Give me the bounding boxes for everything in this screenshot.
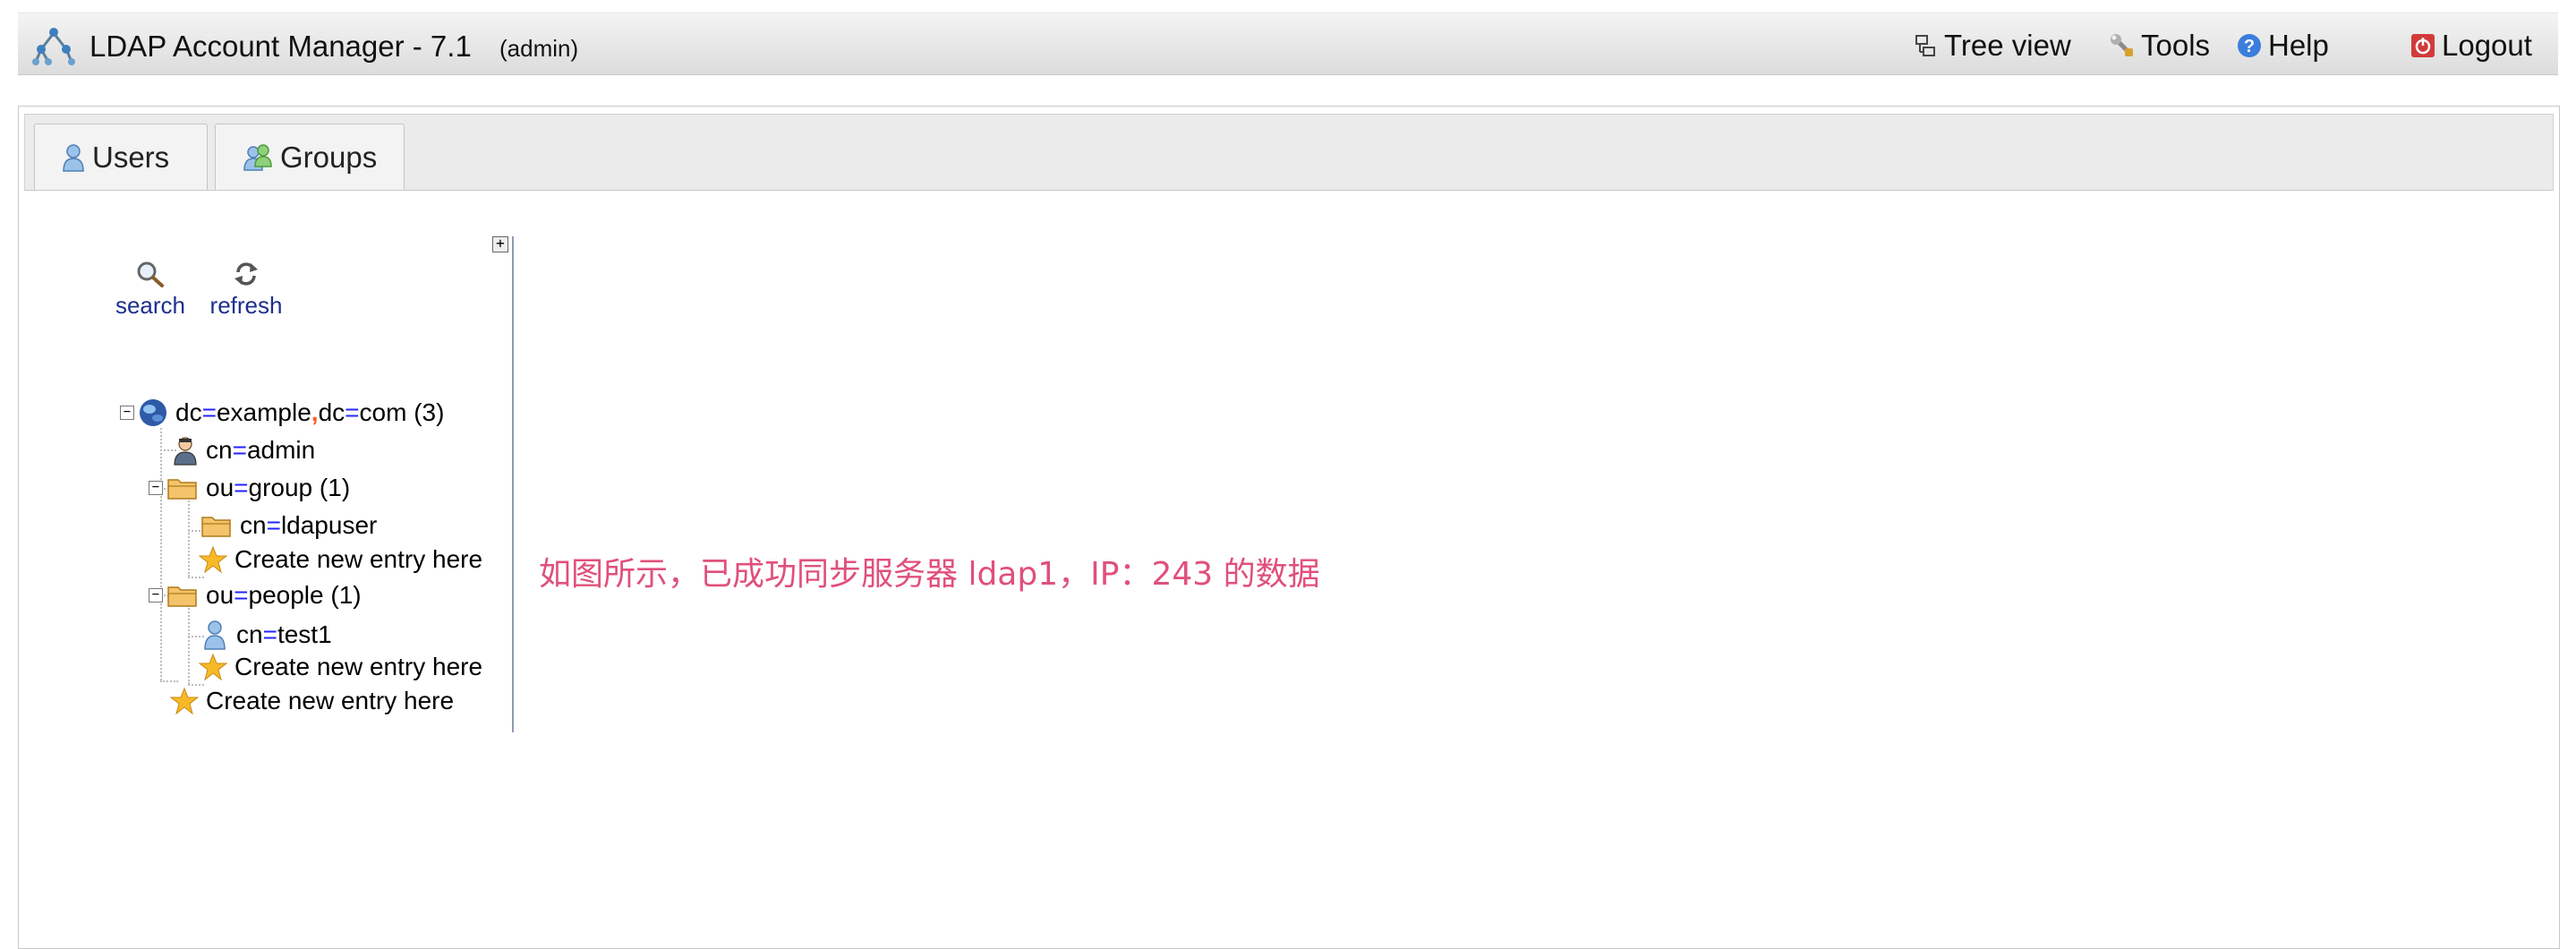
- star-icon: [170, 687, 199, 715]
- rdn-value: admin: [246, 436, 316, 464]
- sync-annotation: 如图所示，已成功同步服务器 ldap1，IP：243 的数据: [539, 556, 1320, 593]
- folder-icon: [167, 586, 197, 607]
- rdn-value: people: [248, 581, 324, 609]
- user-icon: [204, 620, 226, 650]
- svg-text:?: ?: [2244, 37, 2255, 56]
- rdn-attr: dc: [318, 398, 345, 426]
- rdn-attr: cn: [236, 620, 263, 648]
- logged-in-user: (admin): [499, 35, 579, 62]
- rdn-attr: ou: [206, 474, 235, 501]
- collapse-toggle[interactable]: −: [149, 481, 163, 495]
- tab-groups-label: Groups: [280, 140, 378, 174]
- globe-icon: [140, 399, 166, 426]
- rdn-value: example: [216, 398, 311, 426]
- logout-label: Logout: [2442, 29, 2532, 62]
- tree-view-label: Tree view: [1944, 29, 2071, 62]
- magnifier-icon: [137, 261, 164, 287]
- tree-connector: [188, 605, 190, 684]
- create-entry-people[interactable]: Create new entry here: [199, 650, 482, 684]
- star-icon: [199, 545, 227, 574]
- admin-user-icon: [174, 437, 197, 466]
- refresh-label: refresh: [209, 292, 283, 319]
- child-count: (1): [330, 581, 362, 609]
- tab-strip: Users Groups: [24, 114, 2554, 191]
- collapse-toggle[interactable]: −: [120, 406, 134, 420]
- refresh-icon: [235, 262, 258, 286]
- header-bar: LDAP Account Manager - 7.1 (admin) Tree …: [18, 13, 2558, 75]
- app-title: LDAP Account Manager - 7.1: [90, 30, 472, 63]
- tree-view-link[interactable]: Tree view: [1912, 29, 2071, 62]
- tree-view-icon: [1915, 35, 1935, 56]
- create-entry-group[interactable]: Create new entry here: [199, 543, 482, 577]
- rdn-value: group: [248, 474, 313, 501]
- group-icon: [243, 143, 272, 171]
- help-icon: ?: [2238, 34, 2261, 57]
- tree-connector: [160, 680, 178, 682]
- user-icon: [63, 143, 84, 172]
- folder-icon: [167, 479, 197, 500]
- rdn-attr: cn: [206, 436, 233, 464]
- rdn-attr: ou: [206, 581, 235, 609]
- tree-node-test1[interactable]: cn = test1: [202, 618, 332, 652]
- create-entry-label: Create new entry here: [206, 687, 455, 714]
- tree-node-ou-group[interactable]: − ou = group (1): [149, 471, 350, 505]
- logout-link[interactable]: Logout: [2410, 29, 2532, 62]
- create-entry-root[interactable]: Create new entry here: [170, 684, 454, 718]
- network-tree-icon: [32, 28, 75, 65]
- search-button[interactable]: search: [113, 260, 188, 320]
- help-link[interactable]: ? Help: [2236, 29, 2329, 62]
- tab-groups[interactable]: Groups: [215, 124, 405, 190]
- child-count: (1): [319, 474, 351, 501]
- tab-users-label: Users: [92, 140, 170, 174]
- folder-icon: [201, 517, 231, 537]
- child-count: (3): [414, 398, 445, 426]
- refresh-button[interactable]: refresh: [200, 260, 292, 320]
- tree-connector: [160, 428, 162, 680]
- tools-label: Tools: [2141, 29, 2211, 62]
- rdn-value: com: [359, 398, 407, 426]
- rdn-attr: cn: [240, 511, 267, 539]
- ldap-tree-panel: + search refresh − dc = example, dc = co…: [98, 236, 514, 732]
- help-label: Help: [2268, 29, 2329, 62]
- logout-icon: [2411, 34, 2435, 57]
- rdn-value: test1: [277, 620, 332, 648]
- tree-node-root[interactable]: − dc = example, dc = com (3): [120, 396, 444, 430]
- rdn-value: ldapuser: [280, 511, 378, 539]
- create-entry-label: Create new entry here: [235, 545, 483, 573]
- tree-node-ou-people[interactable]: − ou = people (1): [149, 578, 362, 612]
- tree-node-admin[interactable]: cn = admin: [172, 433, 315, 467]
- tree-node-ldapuser[interactable]: cn = ldapuser: [200, 509, 377, 543]
- collapse-toggle[interactable]: −: [149, 588, 163, 603]
- tab-users[interactable]: Users: [34, 124, 208, 190]
- tools-link[interactable]: Tools: [2109, 29, 2211, 62]
- star-icon: [199, 653, 227, 681]
- wrench-icon: [2111, 34, 2133, 56]
- rdn-attr: dc: [175, 398, 202, 426]
- tree-connector: [188, 498, 190, 577]
- create-entry-label: Create new entry here: [235, 653, 483, 680]
- expand-panel-button[interactable]: +: [492, 236, 508, 252]
- search-label: search: [115, 292, 186, 319]
